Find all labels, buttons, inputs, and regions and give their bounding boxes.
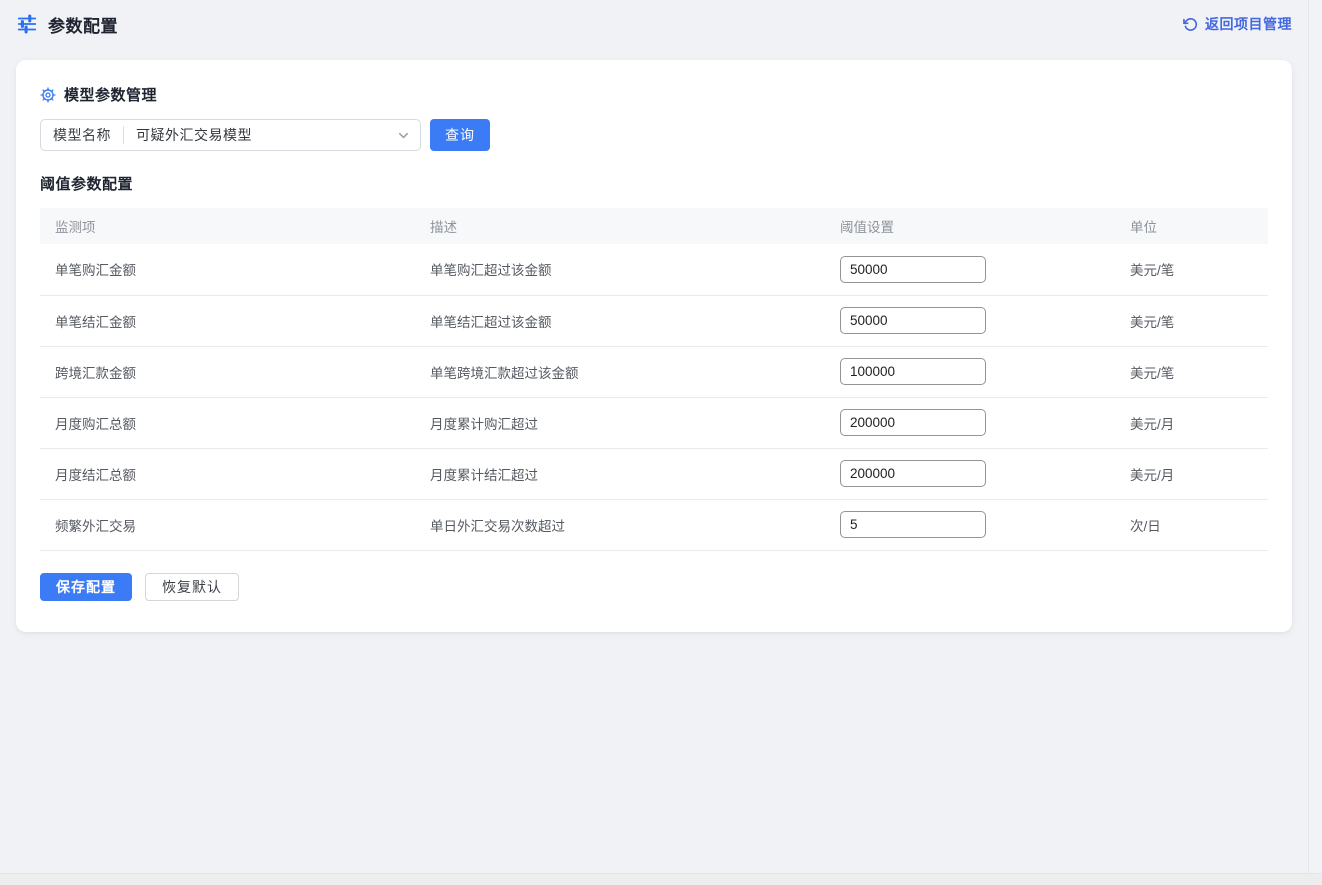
page-title: 参数配置 xyxy=(48,12,118,37)
monitor-item-cell: 跨境汇款金额 xyxy=(40,346,430,397)
table-row: 频繁外汇交易 单日外汇交易次数超过 次/日 xyxy=(40,499,1268,550)
threshold-table: 监测项 描述 阈值设置 单位 单笔购汇金额 单笔购汇超过该金额 美元/笔 单笔结… xyxy=(40,208,1268,551)
unit-cell: 美元/月 xyxy=(1130,448,1268,499)
top-bar: 参数配置 返回项目管理 xyxy=(0,0,1322,48)
select-value: 可疑外汇交易模型 xyxy=(124,125,397,145)
save-config-button[interactable]: 保存配置 xyxy=(40,573,132,601)
monitor-item-cell: 月度结汇总额 xyxy=(40,448,430,499)
query-button[interactable]: 查询 xyxy=(430,119,490,151)
column-header-description: 描述 xyxy=(430,208,840,244)
monitor-item-cell: 月度购汇总额 xyxy=(40,397,430,448)
threshold-input[interactable] xyxy=(840,307,986,334)
table-row: 单笔结汇金额 单笔结汇超过该金额 美元/笔 xyxy=(40,295,1268,346)
threshold-input[interactable] xyxy=(840,409,986,436)
monitor-item-cell: 单笔结汇金额 xyxy=(40,295,430,346)
sliders-icon xyxy=(16,13,38,35)
restore-default-button[interactable]: 恢复默认 xyxy=(145,573,239,601)
threshold-cell xyxy=(840,448,1130,499)
description-cell: 月度累计购汇超过 xyxy=(430,397,840,448)
threshold-cell xyxy=(840,499,1130,550)
model-parameter-panel: 模型参数管理 模型名称 可疑外汇交易模型 查询 阈值参数配置 监测项 描述 阈值… xyxy=(16,60,1292,632)
back-to-project-link[interactable]: 返回项目管理 xyxy=(1183,14,1292,34)
threshold-cell xyxy=(840,244,1130,295)
column-header-threshold: 阈值设置 xyxy=(840,208,1130,244)
undo-arrow-icon xyxy=(1183,17,1198,32)
threshold-cell xyxy=(840,295,1130,346)
select-label: 模型名称 xyxy=(41,125,123,145)
threshold-input[interactable] xyxy=(840,460,986,487)
table-row: 跨境汇款金额 单笔跨境汇款超过该金额 美元/笔 xyxy=(40,346,1268,397)
unit-cell: 美元/月 xyxy=(1130,397,1268,448)
chevron-down-icon xyxy=(397,129,410,142)
table-row: 月度购汇总额 月度累计购汇超过 美元/月 xyxy=(40,397,1268,448)
monitor-item-cell: 频繁外汇交易 xyxy=(40,499,430,550)
column-header-item: 监测项 xyxy=(40,208,430,244)
unit-cell: 美元/笔 xyxy=(1130,244,1268,295)
threshold-section-title: 阈值参数配置 xyxy=(40,173,1268,194)
unit-cell: 美元/笔 xyxy=(1130,295,1268,346)
threshold-input[interactable] xyxy=(840,256,986,283)
table-header-row: 监测项 描述 阈值设置 单位 xyxy=(40,208,1268,244)
description-cell: 单日外汇交易次数超过 xyxy=(430,499,840,550)
threshold-input[interactable] xyxy=(840,511,986,538)
description-cell: 单笔结汇超过该金额 xyxy=(430,295,840,346)
monitor-item-cell: 单笔购汇金额 xyxy=(40,244,430,295)
threshold-cell xyxy=(840,397,1130,448)
threshold-input[interactable] xyxy=(840,358,986,385)
threshold-cell xyxy=(840,346,1130,397)
back-link-label: 返回项目管理 xyxy=(1205,14,1292,34)
horizontal-scrollbar-track[interactable] xyxy=(0,873,1322,885)
panel-title: 模型参数管理 xyxy=(64,84,157,105)
vertical-scrollbar-track[interactable] xyxy=(1308,0,1322,873)
table-row: 单笔购汇金额 单笔购汇超过该金额 美元/笔 xyxy=(40,244,1268,295)
description-cell: 单笔跨境汇款超过该金额 xyxy=(430,346,840,397)
description-cell: 月度累计结汇超过 xyxy=(430,448,840,499)
unit-cell: 次/日 xyxy=(1130,499,1268,550)
gear-icon xyxy=(40,87,56,103)
table-body: 单笔购汇金额 单笔购汇超过该金额 美元/笔 单笔结汇金额 单笔结汇超过该金额 美… xyxy=(40,244,1268,550)
model-name-select[interactable]: 模型名称 可疑外汇交易模型 xyxy=(40,119,421,151)
column-header-unit: 单位 xyxy=(1130,208,1268,244)
unit-cell: 美元/笔 xyxy=(1130,346,1268,397)
table-row: 月度结汇总额 月度累计结汇超过 美元/月 xyxy=(40,448,1268,499)
description-cell: 单笔购汇超过该金额 xyxy=(430,244,840,295)
